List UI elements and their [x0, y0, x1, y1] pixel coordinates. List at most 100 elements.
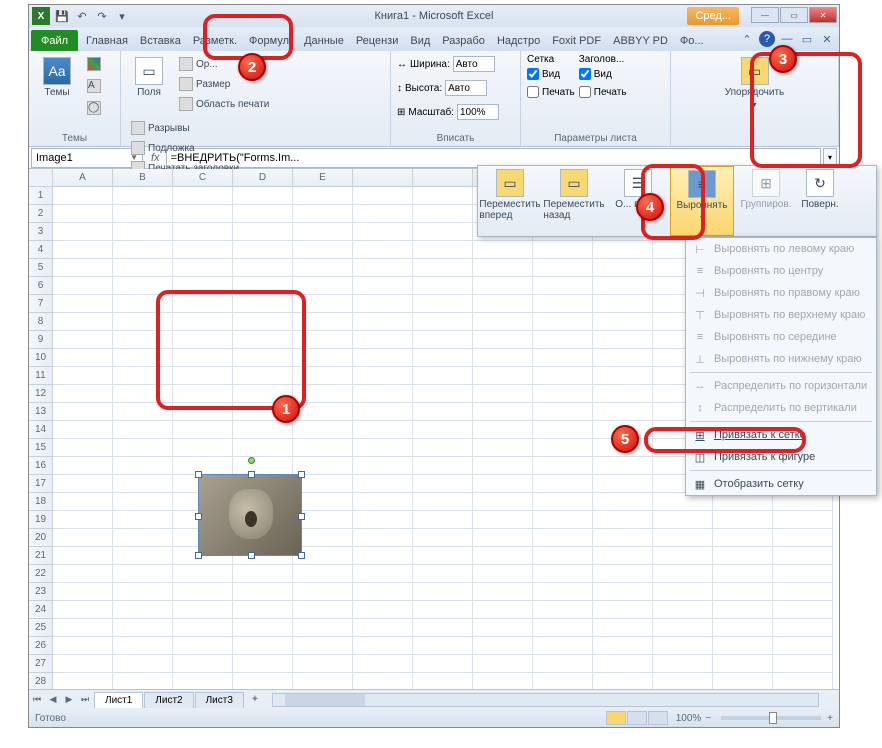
row-header[interactable]: 1: [29, 187, 53, 205]
cell[interactable]: [173, 259, 233, 277]
arrange-button[interactable]: ▭ Упорядочить ▾: [719, 54, 791, 112]
cell[interactable]: [53, 205, 113, 223]
cell[interactable]: [533, 529, 593, 547]
rotate-handle[interactable]: [248, 457, 255, 464]
cell[interactable]: [473, 313, 533, 331]
minimize-button[interactable]: —: [751, 7, 779, 23]
tab-addins[interactable]: Надстро: [491, 30, 546, 51]
zoom-label[interactable]: 100%: [676, 713, 702, 724]
cell[interactable]: [53, 493, 113, 511]
sheet-nav-prev[interactable]: ◀: [45, 691, 61, 709]
row-header[interactable]: 23: [29, 583, 53, 601]
themes-button[interactable]: Aa Темы: [35, 54, 79, 101]
cell[interactable]: [533, 313, 593, 331]
cell[interactable]: [473, 295, 533, 313]
cell[interactable]: [593, 313, 653, 331]
tab-developer[interactable]: Разрабо: [436, 30, 491, 51]
view-normal-button[interactable]: [606, 711, 626, 725]
cell[interactable]: [293, 295, 353, 313]
headings-print-checkbox[interactable]: [579, 86, 591, 98]
cell[interactable]: [113, 313, 173, 331]
cell[interactable]: [173, 349, 233, 367]
cell[interactable]: [773, 619, 833, 637]
cell[interactable]: [593, 457, 653, 475]
cell[interactable]: [233, 601, 293, 619]
cell[interactable]: [233, 457, 293, 475]
cell[interactable]: [593, 421, 653, 439]
cell[interactable]: [533, 403, 593, 421]
cell[interactable]: [713, 529, 773, 547]
cell[interactable]: [293, 385, 353, 403]
cell[interactable]: [353, 223, 413, 241]
cell[interactable]: [293, 223, 353, 241]
cell[interactable]: [413, 313, 473, 331]
cell[interactable]: [353, 655, 413, 673]
cell[interactable]: [53, 637, 113, 655]
cell[interactable]: [533, 511, 593, 529]
cell[interactable]: [533, 349, 593, 367]
margins-button[interactable]: ▭Поля: [127, 54, 171, 101]
cell[interactable]: [593, 565, 653, 583]
cell[interactable]: [473, 277, 533, 295]
cell[interactable]: [413, 421, 473, 439]
cell[interactable]: [473, 601, 533, 619]
cell[interactable]: [53, 547, 113, 565]
cell[interactable]: [293, 529, 353, 547]
cell[interactable]: [233, 277, 293, 295]
cell[interactable]: [293, 331, 353, 349]
cell[interactable]: [173, 403, 233, 421]
row-header[interactable]: 5: [29, 259, 53, 277]
cell[interactable]: [773, 547, 833, 565]
cell[interactable]: [653, 565, 713, 583]
cell[interactable]: [653, 637, 713, 655]
new-sheet-button[interactable]: ✦: [246, 692, 264, 708]
cell[interactable]: [533, 421, 593, 439]
cell[interactable]: [173, 385, 233, 403]
cell[interactable]: [593, 529, 653, 547]
cell[interactable]: [233, 223, 293, 241]
scale-input[interactable]: [457, 104, 499, 120]
cell[interactable]: [533, 601, 593, 619]
cell[interactable]: [593, 583, 653, 601]
cell[interactable]: [113, 637, 173, 655]
resize-handle-br[interactable]: [298, 552, 305, 559]
cell[interactable]: [533, 241, 593, 259]
cell[interactable]: [293, 565, 353, 583]
cell[interactable]: [113, 511, 173, 529]
cell[interactable]: [413, 385, 473, 403]
cell[interactable]: [593, 439, 653, 457]
row-header[interactable]: 17: [29, 475, 53, 493]
cell[interactable]: [113, 547, 173, 565]
cell[interactable]: [773, 637, 833, 655]
help-icon[interactable]: ?: [759, 31, 775, 47]
align-menu-item[interactable]: ▦Отобразить сетку: [686, 473, 876, 495]
cell[interactable]: [413, 601, 473, 619]
row-header[interactable]: 24: [29, 601, 53, 619]
row-header[interactable]: 12: [29, 385, 53, 403]
cell[interactable]: [173, 421, 233, 439]
tab-file[interactable]: Файл: [31, 30, 78, 51]
tab-data[interactable]: Данные: [298, 30, 350, 51]
sheet-tab-2[interactable]: Лист2: [144, 692, 193, 708]
cell[interactable]: [473, 655, 533, 673]
cell[interactable]: [53, 511, 113, 529]
tab-insert[interactable]: Вставка: [134, 30, 187, 51]
cell[interactable]: [533, 619, 593, 637]
cell[interactable]: [473, 421, 533, 439]
cell[interactable]: [413, 511, 473, 529]
cell[interactable]: [473, 331, 533, 349]
cell[interactable]: [173, 241, 233, 259]
column-header[interactable]: E: [293, 169, 353, 187]
window-minimize-icon[interactable]: —: [779, 31, 795, 47]
cell[interactable]: [113, 367, 173, 385]
resize-handle-tr[interactable]: [298, 471, 305, 478]
cell[interactable]: [473, 493, 533, 511]
cell[interactable]: [413, 475, 473, 493]
column-header[interactable]: B: [113, 169, 173, 187]
cell[interactable]: [353, 457, 413, 475]
cell[interactable]: [353, 259, 413, 277]
cell[interactable]: [473, 511, 533, 529]
row-header[interactable]: 6: [29, 277, 53, 295]
cell[interactable]: [413, 349, 473, 367]
cell[interactable]: [53, 223, 113, 241]
